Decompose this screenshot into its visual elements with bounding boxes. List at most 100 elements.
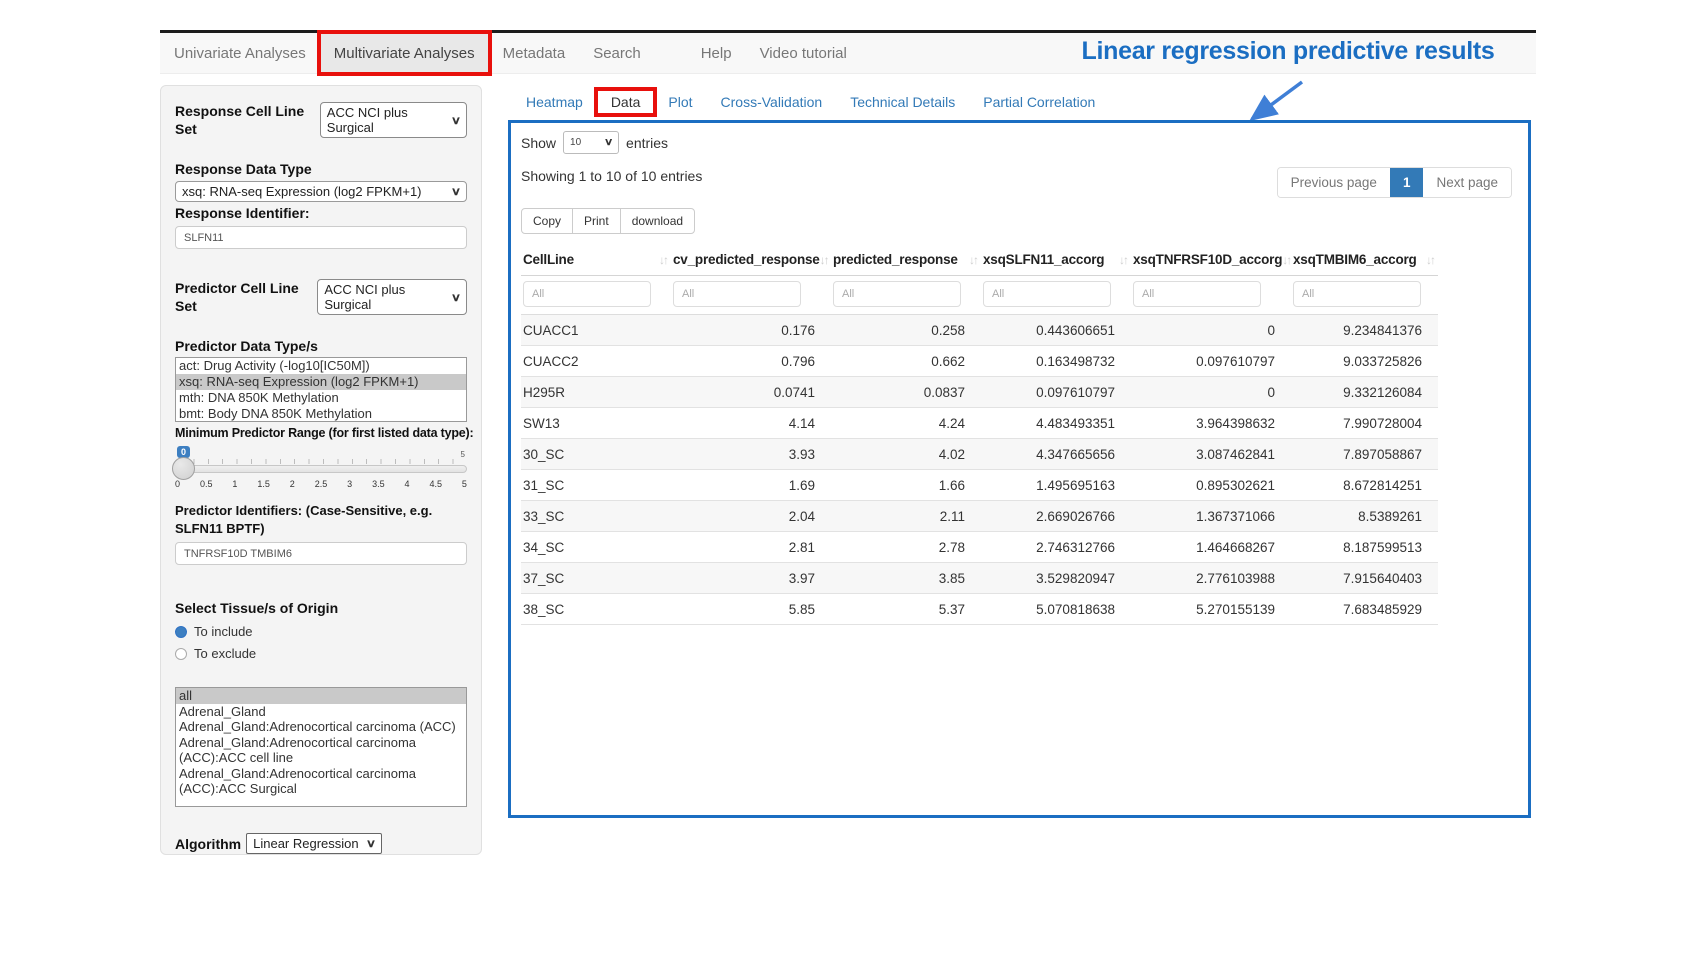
slider-tick: 3: [347, 479, 352, 489]
cell-value: 3.85: [831, 563, 981, 594]
slider-track[interactable]: [175, 465, 467, 473]
tissue-option-adrenal-gland-adrenocortical-carcinoma-acc-acc-c[interactable]: Adrenal_Gland:Adrenocortical carcinoma (…: [176, 735, 466, 766]
filter-cell: [1131, 276, 1291, 315]
table-row-sw13[interactable]: SW134.144.244.4834933513.9643986327.9907…: [521, 408, 1438, 439]
predictor-option-act[interactable]: act: Drug Activity (-log10[IC50M]): [176, 358, 466, 374]
cell-value: 2.78: [831, 532, 981, 563]
filter-input-cellline[interactable]: [523, 281, 651, 307]
filter-input-xsqtmbim6-accorg[interactable]: [1293, 281, 1421, 307]
predictor-cell-line-set-select[interactable]: ACC NCI plus Surgical ∨: [317, 279, 467, 315]
min-predictor-range-slider[interactable]: 0 5 00.511.522.533.544.55: [175, 446, 467, 496]
predictor-option-mth[interactable]: mth: DNA 850K Methylation: [176, 390, 466, 406]
algorithm-select[interactable]: Linear Regression ∨: [246, 833, 382, 854]
cell-value: 3.93: [671, 439, 831, 470]
sort-icon: ↓↑: [1119, 253, 1129, 267]
tab-data[interactable]: Data: [597, 90, 655, 114]
nav-item-multivariate-analyses[interactable]: Multivariate Analyses: [320, 33, 489, 73]
cell-value: 2.669026766: [981, 501, 1131, 532]
predictor-cell-line-set-value: ACC NCI plus Surgical: [324, 282, 444, 312]
tissue-option-adrenal-gland[interactable]: Adrenal_Gland: [176, 704, 466, 720]
cell-value: 5.37: [831, 594, 981, 625]
tab-technical-details[interactable]: Technical Details: [836, 90, 969, 114]
export-copy-button[interactable]: Copy: [521, 208, 573, 234]
min-predictor-range-label: Minimum Predictor Range (for first liste…: [175, 424, 467, 442]
table-row-31-sc[interactable]: 31_SC1.691.661.4956951630.8953026218.672…: [521, 470, 1438, 501]
cell-value: 1.367371066: [1131, 501, 1291, 532]
export-download-button[interactable]: download: [620, 208, 695, 234]
radio-label: To include: [194, 624, 253, 639]
tab-heatmap[interactable]: Heatmap: [512, 90, 597, 114]
table-header-row: CellLine↓↑cv_predicted_response↓↑predict…: [521, 244, 1438, 276]
cell-line-name: 33_SC: [521, 501, 671, 532]
filter-input-cv-predicted-response[interactable]: [673, 281, 801, 307]
slider-tick: 0.5: [200, 479, 213, 489]
cell-value: 0.796: [671, 346, 831, 377]
cell-value: 0.097610797: [981, 377, 1131, 408]
column-header-xsqslfn11-accorg[interactable]: xsqSLFN11_accorg ↓↑: [981, 244, 1131, 276]
tab-plot[interactable]: Plot: [654, 90, 706, 114]
filter-input-xsqtnfrsf10d-accorg[interactable]: [1133, 281, 1261, 307]
response-cell-line-set-value: ACC NCI plus Surgical: [327, 105, 444, 135]
filter-input-xsqslfn11-accorg[interactable]: [983, 281, 1111, 307]
cell-value: 2.04: [671, 501, 831, 532]
column-header-xsqtmbim6-accorg[interactable]: xsqTMBIM6_accorg↓↑: [1291, 244, 1438, 276]
column-header-inner: CellLine↓↑: [523, 252, 669, 267]
nav-item-univariate-analyses[interactable]: Univariate Analyses: [160, 33, 320, 73]
table-row-cuacc1[interactable]: CUACC10.1760.2580.44360665109.234841376: [521, 315, 1438, 346]
predictor-identifiers-input[interactable]: [175, 542, 467, 565]
slider-max-label: 5: [461, 450, 465, 459]
cell-value: 8.187599513: [1291, 532, 1438, 563]
nav-item-video-tutorial[interactable]: Video tutorial: [746, 33, 861, 73]
tissue-list: allAdrenal_GlandAdrenal_Gland:Adrenocort…: [175, 687, 467, 807]
export-buttons: CopyPrintdownload: [521, 208, 695, 234]
tab-cross-validation[interactable]: Cross-Validation: [707, 90, 837, 114]
nav-item-help[interactable]: Help: [687, 33, 746, 73]
table-row-30-sc[interactable]: 30_SC3.934.024.3476656563.0874628417.897…: [521, 439, 1438, 470]
slider-handle[interactable]: [172, 457, 195, 480]
table-row-38-sc[interactable]: 38_SC5.855.375.0708186385.2701551397.683…: [521, 594, 1438, 625]
column-header-xsqtnfrsf10d-accorg[interactable]: xsqTNFRSF10D_accorg↓↑: [1131, 244, 1291, 276]
radio-to-include[interactable]: To include: [175, 624, 467, 639]
cell-value: 5.070818638: [981, 594, 1131, 625]
response-identifier-input[interactable]: [175, 226, 467, 249]
cell-line-name: CUACC1: [521, 315, 671, 346]
table-row-37-sc[interactable]: 37_SC3.973.853.5298209472.7761039887.915…: [521, 563, 1438, 594]
table-row-33-sc[interactable]: 33_SC2.042.112.6690267661.3673710668.538…: [521, 501, 1438, 532]
tissue-origin-label: Select Tissue/s of Origin: [175, 599, 467, 617]
page-length-select[interactable]: 10 ∨: [563, 131, 619, 154]
cell-value: 0.163498732: [981, 346, 1131, 377]
cell-value: 5.85: [671, 594, 831, 625]
filter-input-predicted-response[interactable]: [833, 281, 961, 307]
current-page-button[interactable]: 1: [1390, 168, 1424, 197]
annotation-arrow-icon: [1238, 78, 1310, 126]
predictor-option-xsq[interactable]: xsq: RNA-seq Expression (log2 FPKM+1): [176, 374, 466, 390]
nav-item-search[interactable]: Search: [579, 33, 655, 73]
cell-line-name: 30_SC: [521, 439, 671, 470]
sort-icon: ↓↑: [820, 253, 830, 267]
tissue-radios: To include To exclude: [175, 624, 467, 661]
tissue-option-adrenal-gland-adrenocortical-carcinoma-acc[interactable]: Adrenal_Gland:Adrenocortical carcinoma (…: [176, 719, 466, 735]
previous-page-button[interactable]: Previous page: [1278, 168, 1390, 197]
tissue-option-all[interactable]: all: [176, 688, 466, 704]
nav-item-metadata[interactable]: Metadata: [489, 33, 580, 73]
table-row-34-sc[interactable]: 34_SC2.812.782.7463127661.4646682678.187…: [521, 532, 1438, 563]
cell-value: 5.270155139: [1131, 594, 1291, 625]
predictor-option-bmt[interactable]: bmt: Body DNA 850K Methylation: [176, 406, 466, 422]
table-row-h295r[interactable]: H295R0.07410.08370.09761079709.332126084: [521, 377, 1438, 408]
tab-partial-correlation[interactable]: Partial Correlation: [969, 90, 1109, 114]
next-page-button[interactable]: Next page: [1423, 168, 1511, 197]
filter-cell: [831, 276, 981, 315]
cell-value: 7.897058867: [1291, 439, 1438, 470]
cell-value: 7.915640403: [1291, 563, 1438, 594]
export-print-button[interactable]: Print: [572, 208, 621, 234]
column-header-cv-predicted-response[interactable]: cv_predicted_response↓↑: [671, 244, 831, 276]
response-cell-line-set-select[interactable]: ACC NCI plus Surgical ∨: [320, 102, 467, 138]
tissue-option-adrenal-gland-adrenocortical-carcinoma-acc-acc-s[interactable]: Adrenal_Gland:Adrenocortical carcinoma (…: [176, 766, 466, 797]
column-header-label: xsqSLFN11_accorg: [983, 252, 1104, 267]
column-header-predicted-response[interactable]: predicted_response↓↑: [831, 244, 981, 276]
radio-to-exclude[interactable]: To exclude: [175, 646, 467, 661]
column-header-cellline[interactable]: CellLine↓↑: [521, 244, 671, 276]
chevron-down-icon: ∨: [451, 291, 461, 304]
table-row-cuacc2[interactable]: CUACC20.7960.6620.1634987320.0976107979.…: [521, 346, 1438, 377]
response-data-type-select[interactable]: xsq: RNA-seq Expression (log2 FPKM+1) ∨: [175, 181, 467, 202]
